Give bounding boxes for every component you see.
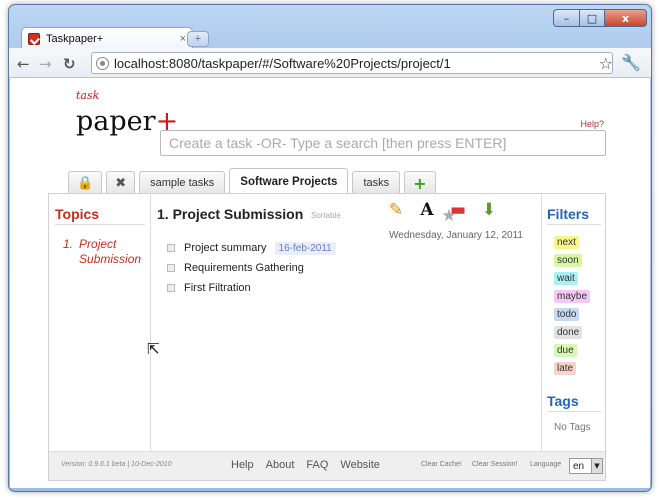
forward-icon[interactable]: → [39, 55, 52, 73]
main-panel: Topics 1. Project Submission 1. Project … [48, 193, 606, 481]
task-checkbox[interactable] [167, 264, 175, 272]
filter-list: next soon wait maybe todo done due late [542, 231, 605, 375]
help-link[interactable]: Help? [580, 119, 604, 129]
tags-title: Tags [547, 393, 601, 412]
footer-link-website[interactable]: Website [340, 459, 380, 471]
pencil-icon[interactable]: ✎ [383, 199, 409, 221]
task-label: Project summary [184, 242, 267, 254]
topics-column: Topics 1. Project Submission [49, 194, 151, 452]
project-heading: 1. Project Submission [157, 206, 304, 222]
task-list: Project summary 16-feb-2011 Requirements… [167, 238, 336, 298]
task-label: Requirements Gathering [184, 262, 304, 274]
version-text: Version: 0.9.6.1 beta | 10-Dec-2010 [61, 461, 172, 468]
clear-cache-link[interactable]: Clear Cache! [421, 461, 462, 468]
footer: Version: 0.9.6.1 beta | 10-Dec-2010 Help… [49, 451, 605, 480]
task-checkbox[interactable] [167, 284, 175, 292]
maximize-button[interactable]: □ [579, 9, 605, 27]
browser-toolbar: ← → ↻ localhost:8080/taskpaper/#/Softwar… [9, 48, 651, 78]
footer-link-faq[interactable]: FAQ [306, 459, 328, 471]
tab-add[interactable]: + [404, 171, 436, 194]
task-search-input[interactable]: Create a task -OR- Type a search [then p… [160, 130, 606, 156]
filter-todo[interactable]: todo [554, 308, 580, 321]
address-bar[interactable]: localhost:8080/taskpaper/#/Software%20Pr… [91, 52, 613, 74]
close-window-button[interactable]: x [605, 9, 647, 27]
task-item[interactable]: First Filtration [167, 278, 336, 298]
topic-number: 1. [63, 237, 74, 251]
filters-column: Filters next soon wait maybe todo done d… [541, 194, 605, 452]
filter-next[interactable]: next [554, 236, 579, 249]
sortable-label: Sortable [311, 211, 341, 220]
topic-label[interactable]: Project Submission [79, 237, 150, 267]
language-label: Language [530, 461, 562, 468]
task-label: First Filtration [184, 282, 251, 294]
action-toolbar: ✎ A ▬ ⬇ ★ [383, 199, 507, 226]
tab-close-icon[interactable]: × [180, 33, 186, 45]
mouse-pointer-icon: ⇱ [147, 340, 160, 358]
address-url: localhost:8080/taskpaper/#/Software%20Pr… [114, 55, 451, 71]
no-tags-text: No Tags [554, 422, 591, 433]
reload-icon[interactable]: ↻ [63, 55, 76, 73]
filters-title: Filters [547, 206, 601, 225]
language-value: en [573, 460, 585, 472]
tab-lock[interactable]: 🔒 [68, 171, 103, 194]
browser-window: – □ x Taskpaper+ × + ← → ↻ localhost:808… [8, 4, 652, 492]
filter-due[interactable]: due [554, 344, 577, 357]
tab-tasks[interactable]: tasks [352, 171, 401, 194]
clear-session-link[interactable]: Clear Session! [472, 461, 518, 468]
page-icon [96, 56, 109, 70]
page-content: task paper + Help? Create a task -OR- Type… [10, 78, 650, 488]
minimize-button[interactable]: – [553, 9, 579, 27]
footer-links: Help About FAQ Website [231, 459, 392, 471]
wrench-icon[interactable]: 🔧 [621, 53, 641, 72]
filter-maybe[interactable]: maybe [554, 290, 591, 303]
bookmark-star-icon[interactable]: ☆ [599, 54, 613, 73]
star-icon[interactable]: ★ [436, 205, 462, 227]
close-icon: ✖ [115, 175, 127, 191]
back-icon[interactable]: ← [17, 55, 30, 73]
browser-tab[interactable]: Taskpaper+ × [21, 27, 193, 49]
language-select[interactable]: en ▼ [569, 458, 603, 474]
filter-soon[interactable]: soon [554, 254, 582, 267]
current-date: Wednesday, January 12, 2011 [389, 230, 523, 241]
tab-software-projects[interactable]: Software Projects [229, 168, 349, 194]
window-controls: – □ x [553, 9, 647, 27]
add-icon: + [413, 173, 427, 193]
tab-close[interactable]: ✖ [106, 171, 136, 194]
new-tab-button[interactable]: + [187, 31, 209, 47]
tab-sample-tasks[interactable]: sample tasks [139, 171, 226, 194]
archive-icon[interactable]: ⬇ [476, 199, 502, 221]
footer-link-help[interactable]: Help [231, 459, 254, 471]
lock-icon: 🔒 [77, 175, 94, 191]
taskpaper-favicon-icon [28, 32, 40, 45]
filter-late[interactable]: late [554, 362, 577, 375]
chevron-down-icon: ▼ [591, 459, 602, 473]
tab-title: Taskpaper+ [46, 32, 104, 45]
project-tabs: 🔒 ✖ sample tasks Software Projects tasks… [68, 168, 440, 194]
task-item[interactable]: Project summary 16-feb-2011 [167, 238, 336, 258]
task-checkbox[interactable] [167, 244, 175, 252]
filter-wait[interactable]: wait [554, 272, 578, 285]
due-date-badge: 16-feb-2011 [274, 241, 336, 255]
task-item[interactable]: Requirements Gathering [167, 258, 336, 278]
logo-paper: paper [76, 106, 156, 137]
filter-done[interactable]: done [554, 326, 583, 339]
logo-task: task [76, 89, 100, 102]
topics-title: Topics [55, 206, 145, 225]
topic-item[interactable]: 1. Project Submission [63, 237, 150, 267]
footer-link-about[interactable]: About [266, 459, 295, 471]
